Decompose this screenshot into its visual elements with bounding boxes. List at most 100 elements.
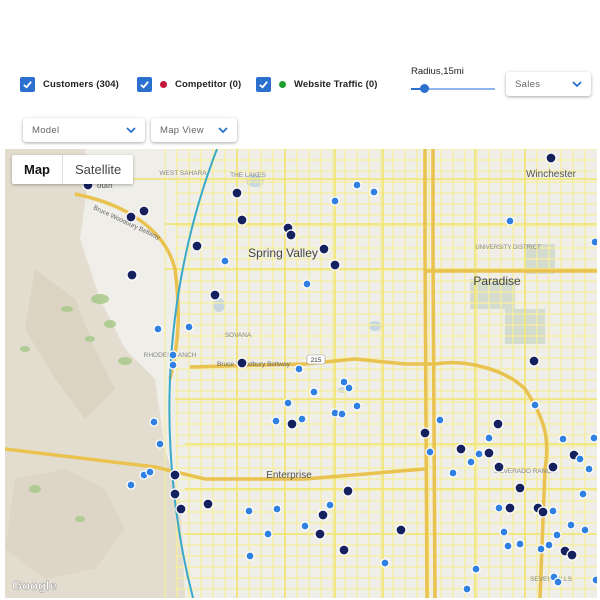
customer-marker[interactable] bbox=[149, 417, 159, 427]
customer-marker[interactable] bbox=[466, 457, 476, 467]
customer-marker[interactable] bbox=[591, 575, 597, 585]
customer-marker[interactable] bbox=[286, 418, 298, 430]
competitor-checkbox[interactable] bbox=[137, 76, 152, 92]
customer-marker[interactable] bbox=[584, 464, 594, 474]
model-dropdown[interactable]: Model bbox=[23, 118, 145, 142]
customer-marker[interactable] bbox=[352, 401, 362, 411]
customer-marker[interactable] bbox=[435, 415, 445, 425]
customer-marker[interactable] bbox=[236, 214, 248, 226]
customer-marker[interactable] bbox=[528, 355, 540, 367]
customer-marker[interactable] bbox=[503, 541, 513, 551]
customer-marker[interactable] bbox=[338, 544, 350, 556]
customer-marker[interactable] bbox=[231, 187, 243, 199]
customer-marker[interactable] bbox=[168, 360, 178, 370]
customer-marker[interactable] bbox=[575, 454, 585, 464]
customer-marker[interactable] bbox=[380, 558, 390, 568]
customer-marker[interactable] bbox=[580, 525, 590, 535]
customer-marker[interactable] bbox=[552, 530, 562, 540]
customer-marker[interactable] bbox=[505, 216, 515, 226]
customers-filter[interactable]: Customers (304) bbox=[20, 76, 119, 92]
customer-marker[interactable] bbox=[318, 243, 330, 255]
customer-marker[interactable] bbox=[494, 503, 504, 513]
map-canvas[interactable]: Winchester Spring Valley Paradise Enterp… bbox=[5, 149, 597, 598]
customer-marker[interactable] bbox=[168, 350, 178, 360]
customer-marker[interactable] bbox=[272, 504, 282, 514]
customer-marker[interactable] bbox=[285, 229, 297, 241]
customer-marker[interactable] bbox=[244, 506, 254, 516]
customer-marker[interactable] bbox=[547, 461, 559, 473]
customer-marker[interactable] bbox=[471, 564, 481, 574]
map-type-satellite-button[interactable]: Satellite bbox=[63, 155, 133, 184]
customer-marker[interactable] bbox=[484, 433, 494, 443]
customer-marker[interactable] bbox=[493, 461, 505, 473]
customer-marker[interactable] bbox=[302, 279, 312, 289]
customer-marker[interactable] bbox=[330, 196, 340, 206]
customer-marker[interactable] bbox=[309, 387, 319, 397]
customer-marker[interactable] bbox=[145, 467, 155, 477]
customer-marker[interactable] bbox=[184, 322, 194, 332]
customer-marker[interactable] bbox=[530, 400, 540, 410]
customer-marker[interactable] bbox=[492, 418, 504, 430]
customer-marker[interactable] bbox=[245, 551, 255, 561]
customer-marker[interactable] bbox=[545, 152, 557, 164]
customer-marker[interactable] bbox=[325, 500, 335, 510]
customer-marker[interactable] bbox=[126, 480, 136, 490]
customer-marker[interactable] bbox=[504, 502, 516, 514]
customer-marker[interactable] bbox=[202, 498, 214, 510]
customer-marker[interactable] bbox=[455, 443, 467, 455]
customer-marker[interactable] bbox=[342, 485, 354, 497]
customer-marker[interactable] bbox=[578, 489, 588, 499]
customer-marker[interactable] bbox=[499, 527, 509, 537]
customers-checkbox[interactable] bbox=[20, 76, 35, 92]
website-traffic-filter[interactable]: Website Traffic (0) bbox=[256, 76, 378, 92]
customer-marker[interactable] bbox=[425, 447, 435, 457]
customer-marker[interactable] bbox=[344, 383, 354, 393]
map-type-map-button[interactable]: Map bbox=[12, 155, 63, 184]
customer-marker[interactable] bbox=[329, 259, 341, 271]
customer-marker[interactable] bbox=[169, 469, 181, 481]
website-traffic-checkbox[interactable] bbox=[256, 76, 271, 92]
customer-marker[interactable] bbox=[395, 524, 407, 536]
customer-marker[interactable] bbox=[548, 506, 558, 516]
radius-slider-thumb[interactable] bbox=[419, 84, 429, 93]
customer-marker[interactable] bbox=[515, 539, 525, 549]
customer-marker[interactable] bbox=[153, 324, 163, 334]
customer-marker[interactable] bbox=[589, 433, 597, 443]
customer-marker[interactable] bbox=[169, 488, 181, 500]
customer-marker[interactable] bbox=[317, 509, 329, 521]
customer-marker[interactable] bbox=[300, 521, 310, 531]
customer-marker[interactable] bbox=[369, 187, 379, 197]
customer-marker[interactable] bbox=[537, 506, 549, 518]
customer-marker[interactable] bbox=[558, 434, 568, 444]
customer-marker[interactable] bbox=[448, 468, 458, 478]
radius-slider[interactable] bbox=[411, 84, 495, 94]
customer-marker[interactable] bbox=[514, 482, 526, 494]
customer-marker[interactable] bbox=[175, 503, 187, 515]
customer-marker[interactable] bbox=[125, 211, 137, 223]
customer-marker[interactable] bbox=[126, 269, 138, 281]
customer-marker[interactable] bbox=[138, 205, 150, 217]
customer-marker[interactable] bbox=[155, 439, 165, 449]
customer-marker[interactable] bbox=[352, 180, 362, 190]
customer-marker[interactable] bbox=[297, 414, 307, 424]
customer-marker[interactable] bbox=[566, 520, 576, 530]
customer-marker[interactable] bbox=[590, 237, 597, 247]
customer-marker[interactable] bbox=[566, 549, 578, 561]
customer-marker[interactable] bbox=[220, 256, 230, 266]
customer-marker[interactable] bbox=[283, 398, 293, 408]
customer-marker[interactable] bbox=[271, 416, 281, 426]
customer-marker[interactable] bbox=[553, 577, 563, 587]
customer-marker[interactable] bbox=[314, 528, 326, 540]
map-view-dropdown[interactable]: Map View bbox=[151, 118, 237, 142]
customer-marker[interactable] bbox=[209, 289, 221, 301]
sales-dropdown[interactable]: Sales bbox=[506, 72, 591, 96]
customer-marker[interactable] bbox=[263, 529, 273, 539]
customer-marker[interactable] bbox=[544, 540, 554, 550]
customer-marker[interactable] bbox=[474, 449, 484, 459]
customer-marker[interactable] bbox=[419, 427, 431, 439]
customer-marker[interactable] bbox=[294, 364, 304, 374]
customer-marker[interactable] bbox=[536, 544, 546, 554]
competitor-filter[interactable]: Competitor (0) bbox=[137, 76, 241, 92]
customer-marker[interactable] bbox=[191, 240, 203, 252]
customer-marker[interactable] bbox=[462, 584, 472, 594]
